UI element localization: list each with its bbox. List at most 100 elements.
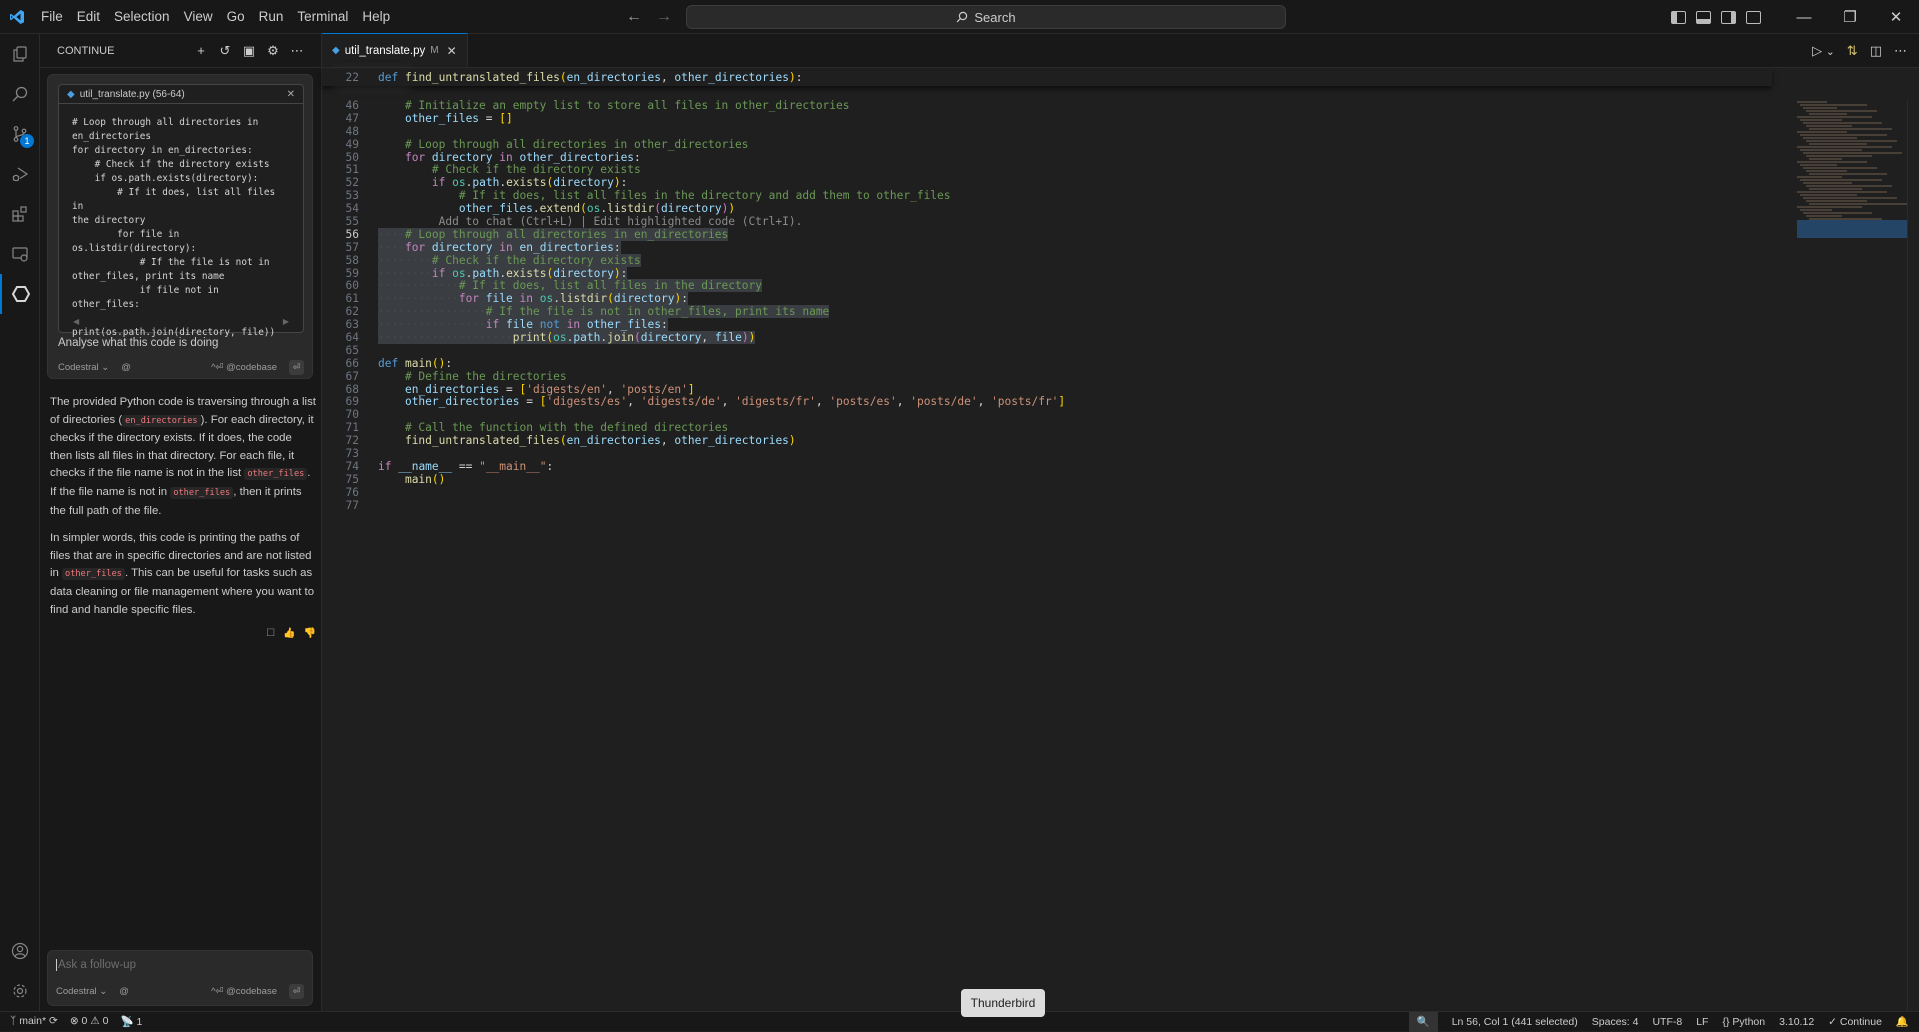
toggle-panel-icon[interactable] bbox=[1696, 10, 1711, 24]
user-prompt[interactable]: Analyse what this code is doing bbox=[58, 337, 218, 349]
horizontal-scrollbar[interactable]: ◀ ▶ bbox=[73, 317, 289, 326]
toggle-primary-sidebar-icon[interactable] bbox=[1671, 10, 1686, 24]
followup-input[interactable]: Ask a follow-up bbox=[56, 959, 136, 971]
code-line[interactable]: 46 # Initialize an empty list to store a… bbox=[322, 99, 1772, 113]
history-icon[interactable]: ↺ bbox=[217, 43, 233, 59]
minimap-line bbox=[1800, 104, 1867, 106]
menu-help[interactable]: Help bbox=[355, 0, 397, 34]
scroll-right-icon[interactable]: ▶ bbox=[283, 317, 289, 326]
split-editor-icon[interactable]: ◫ bbox=[1870, 43, 1882, 59]
run-python-icon[interactable]: ▷ ⌄ bbox=[1812, 43, 1835, 59]
menu-file[interactable]: File bbox=[34, 0, 70, 34]
line-number: 75 bbox=[345, 472, 359, 486]
vscode-logo-icon bbox=[0, 0, 34, 34]
end-of-line[interactable]: LF bbox=[1696, 1016, 1708, 1028]
sticky-scroll-line[interactable]: 22 def find_untranslated_files(en_direct… bbox=[322, 68, 1772, 86]
language-mode[interactable]: {} Python bbox=[1722, 1016, 1765, 1028]
menu-selection[interactable]: Selection bbox=[107, 0, 177, 34]
followup-enter-icon[interactable]: ⏎ bbox=[289, 984, 304, 999]
notifications-bell-icon[interactable]: 🔔 bbox=[1896, 1015, 1909, 1028]
zoom-icon[interactable]: 🔍 bbox=[1408, 1011, 1438, 1032]
minimap-line bbox=[1803, 212, 1872, 214]
open-changes-icon[interactable]: ⇅ bbox=[1847, 43, 1858, 59]
followup-mention-icon[interactable]: @ bbox=[119, 986, 129, 997]
followup-codebase-hint[interactable]: ^⏎ @codebase bbox=[211, 986, 277, 997]
followup-model-selector[interactable]: Codestral ⌄ bbox=[56, 986, 107, 997]
minimap-line bbox=[1800, 179, 1882, 181]
back-arrow-icon[interactable]: ← bbox=[626, 8, 642, 26]
minimap-line bbox=[1803, 167, 1877, 169]
minimap-line bbox=[1809, 188, 1862, 190]
cursor-position[interactable]: Ln 56, Col 1 (441 selected) bbox=[1452, 1016, 1578, 1028]
code-line[interactable]: 74 if __name__ == "__main__": bbox=[322, 460, 1772, 474]
restore-button[interactable]: ❐ bbox=[1827, 0, 1873, 34]
editor-more-icon[interactable]: ⋯ bbox=[1894, 43, 1907, 59]
codebase-hint[interactable]: ^⏎ @codebase bbox=[211, 362, 277, 373]
model-selector[interactable]: Codestral ⌄ bbox=[58, 362, 109, 373]
line-number: 55 bbox=[345, 215, 359, 229]
problems-indicator[interactable]: ⊗ 0 ⚠ 0 bbox=[70, 1015, 109, 1028]
menu-go[interactable]: Go bbox=[220, 0, 252, 34]
remove-context-icon[interactable]: ✕ bbox=[287, 89, 295, 100]
forward-arrow-icon[interactable]: → bbox=[656, 8, 672, 26]
toggle-secondary-sidebar-icon[interactable] bbox=[1721, 10, 1736, 24]
mention-icon[interactable]: @ bbox=[121, 362, 131, 373]
activity-bar: 1 bbox=[0, 34, 40, 1011]
minimap[interactable] bbox=[1797, 100, 1907, 290]
minimize-button[interactable]: — bbox=[1781, 0, 1827, 34]
followup-input-box[interactable]: Ask a follow-up Codestral ⌄ @ ^⏎ @codeba… bbox=[47, 950, 313, 1006]
minimap-line bbox=[1797, 206, 1862, 208]
remote-explorer-icon[interactable] bbox=[0, 234, 40, 274]
search-icon[interactable] bbox=[0, 74, 40, 114]
ports-indicator[interactable]: 📡 1 bbox=[120, 1015, 142, 1028]
close-tab-icon[interactable]: ✕ bbox=[447, 44, 457, 58]
python-version[interactable]: 3.10.12 bbox=[1779, 1016, 1814, 1028]
run-and-debug-icon[interactable] bbox=[0, 154, 40, 194]
scroll-left-icon[interactable]: ◀ bbox=[73, 317, 79, 326]
minimap-line bbox=[1803, 182, 1852, 184]
code-lines[interactable]: 46 # Initialize an empty list to store a… bbox=[322, 99, 1772, 513]
tab-util-translate[interactable]: ◆ util_translate.py M ✕ bbox=[322, 33, 468, 67]
more-actions-icon[interactable]: ⋯ bbox=[289, 43, 305, 59]
code-line[interactable]: 69 other_directories = ['digests/es', 'd… bbox=[322, 396, 1772, 409]
settings-gear-icon[interactable]: ⚙ bbox=[265, 43, 281, 59]
vertical-scrollbar[interactable] bbox=[1907, 100, 1919, 1011]
fullscreen-icon[interactable]: ▣ bbox=[241, 43, 257, 59]
explorer-icon[interactable] bbox=[0, 34, 40, 74]
accounts-icon[interactable] bbox=[0, 931, 40, 971]
menu-edit[interactable]: Edit bbox=[70, 0, 107, 34]
close-window-button[interactable]: ✕ bbox=[1873, 0, 1919, 34]
branch-indicator[interactable]: ᛉ main* ⟳ bbox=[10, 1015, 58, 1028]
code-line[interactable]: 76 bbox=[322, 486, 1772, 500]
code-line[interactable]: 64 ····················print(os.path.join… bbox=[322, 331, 1772, 345]
customize-layout-icon[interactable] bbox=[1746, 10, 1761, 24]
menu-view[interactable]: View bbox=[177, 0, 220, 34]
thumbs-down-icon[interactable]: 👎 bbox=[304, 625, 316, 643]
continue-extension-icon[interactable] bbox=[0, 274, 40, 314]
enter-icon[interactable]: ⏎ bbox=[289, 360, 304, 375]
code-line[interactable]: 75 main() bbox=[322, 472, 1772, 487]
code-line[interactable]: 77 bbox=[322, 499, 1772, 513]
taskbar-tooltip: Thunderbird bbox=[961, 989, 1045, 1017]
menu-terminal[interactable]: Terminal bbox=[290, 0, 355, 34]
extensions-icon[interactable] bbox=[0, 194, 40, 234]
code-text: find_untranslated_files(en_directories, … bbox=[404, 434, 796, 448]
command-center-search[interactable]: Search bbox=[686, 5, 1286, 29]
encoding[interactable]: UTF-8 bbox=[1652, 1016, 1682, 1028]
code-line[interactable]: 72 find_untranslated_files(en_directorie… bbox=[322, 434, 1772, 448]
continue-status[interactable]: ✓ Continue bbox=[1828, 1016, 1882, 1028]
code-line[interactable]: 65 bbox=[322, 343, 1772, 358]
menu-run[interactable]: Run bbox=[252, 0, 291, 34]
code-line[interactable]: 47 other_files = [] bbox=[322, 112, 1772, 126]
indentation[interactable]: Spaces: 4 bbox=[1592, 1016, 1639, 1028]
new-session-icon[interactable]: + bbox=[193, 43, 209, 59]
line-number: 65 bbox=[345, 343, 359, 357]
minimap-selection bbox=[1797, 220, 1907, 238]
line-number: 64 bbox=[345, 331, 359, 345]
manage-gear-icon[interactable] bbox=[0, 971, 40, 1011]
thumbs-up-icon[interactable]: 👍 bbox=[283, 625, 295, 643]
copy-icon[interactable]: ☐ bbox=[266, 625, 275, 643]
source-control-icon[interactable]: 1 bbox=[0, 114, 40, 154]
response-paragraph-2: In simpler words, this code is printing … bbox=[50, 532, 315, 616]
minimap-line bbox=[1797, 131, 1847, 133]
